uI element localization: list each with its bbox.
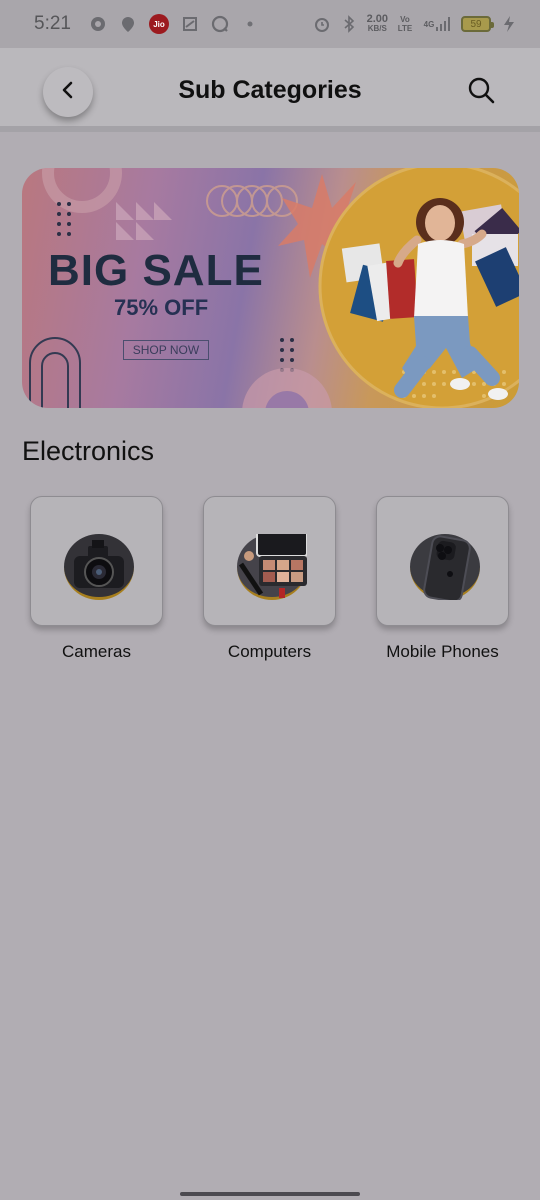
- battery-icon: 59: [461, 16, 494, 32]
- status-bar: 5:21 Jio 2.00 KB/S Vo LTE 4G 59: [0, 0, 540, 48]
- network-speed: 2.00 KB/S: [366, 13, 388, 34]
- signal-icon: 4G: [422, 15, 452, 33]
- phone-icon: [423, 535, 471, 603]
- promo-banner[interactable]: BIG SALE 75% OFF SHOP NOW: [22, 168, 519, 408]
- category-label-cameras: Cameras: [62, 642, 131, 661]
- page-title: Sub Categories: [178, 76, 362, 104]
- makeup-palette-icon: [238, 525, 308, 598]
- computers-image: [237, 525, 308, 600]
- alarm-icon: [313, 15, 331, 33]
- notification-dot-icon: [241, 15, 259, 33]
- banner-title: BIG SALE: [48, 246, 264, 295]
- app-header: Sub Categories: [0, 48, 540, 132]
- jio-icon: Jio: [148, 14, 169, 34]
- chat-bubble-icon: [211, 15, 229, 33]
- location-notification-icon: [119, 15, 137, 33]
- charging-icon: [500, 15, 518, 33]
- network-speed-unit: KB/S: [367, 24, 387, 33]
- network-type: 4G: [423, 19, 435, 29]
- home-indicator[interactable]: [180, 1192, 360, 1196]
- search-icon: [467, 76, 495, 109]
- search-button[interactable]: [464, 75, 498, 109]
- sim-card-icon: [181, 15, 199, 33]
- bluetooth-icon: [340, 15, 358, 33]
- camera-image: [64, 534, 134, 600]
- battery-level: 59: [470, 18, 482, 30]
- mobile-phone-image: [410, 534, 480, 603]
- status-time: 5:21: [34, 13, 71, 34]
- category-card-mobile-phones[interactable]: [376, 496, 509, 626]
- category-label-mobile-phones: Mobile Phones: [386, 642, 499, 661]
- app-notification-icon: [89, 15, 107, 33]
- shop-now-button[interactable]: SHOP NOW: [123, 340, 209, 360]
- category-label-computers: Computers: [227, 642, 312, 661]
- volte-indicator: Vo LTE: [397, 15, 413, 33]
- category-card-cameras[interactable]: [30, 496, 163, 626]
- network-speed-value: 2.00: [366, 13, 388, 25]
- camera-icon: [74, 540, 124, 588]
- section-title: Electronics: [22, 436, 155, 466]
- category-card-computers[interactable]: [203, 496, 336, 626]
- banner-subtitle: 75% OFF: [114, 295, 209, 320]
